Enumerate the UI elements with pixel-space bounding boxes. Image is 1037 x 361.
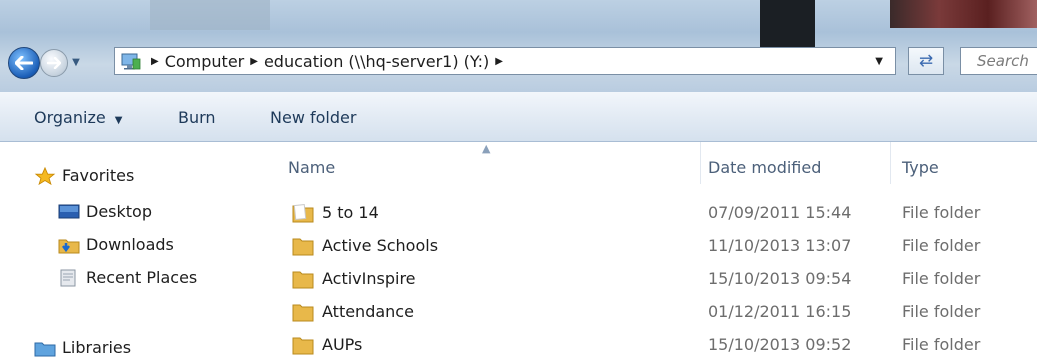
navigation-pane: Favorites Desktop Downloads Recent Place…: [0, 142, 262, 357]
folder-icon: [292, 337, 314, 355]
column-header-name[interactable]: Name: [288, 158, 335, 177]
list-item[interactable]: 5 to 14 07/09/2011 15:44 File folder: [288, 199, 1037, 229]
recent-places-icon: [60, 269, 76, 286]
column-divider[interactable]: [890, 142, 891, 184]
nav-favorites[interactable]: Favorites: [34, 166, 134, 185]
nav-favorites-label: Favorites: [62, 166, 135, 185]
address-area: ▼ ▶ Computer ▶ education (\\hq-server1) …: [0, 0, 1037, 92]
background-blur: [150, 0, 270, 30]
list-item[interactable]: Attendance 01/12/2011 16:15 File folder: [288, 298, 1037, 328]
organize-label: Organize: [34, 108, 106, 127]
folder-icon: [292, 304, 314, 322]
background-blur: [890, 0, 1037, 28]
list-item[interactable]: ActivInspire 15/10/2013 09:54 File folde…: [288, 265, 1037, 295]
folder-icon: [292, 203, 314, 223]
breadcrumb-education-drive[interactable]: education (\\hq-server1) (Y:): [264, 52, 489, 71]
new-folder-button[interactable]: New folder: [270, 108, 356, 127]
file-type: File folder: [902, 302, 981, 321]
nav-item-label: Recent Places: [86, 268, 198, 287]
file-name: 5 to 14: [322, 203, 379, 222]
file-date-modified: 11/10/2013 13:07: [708, 236, 852, 255]
breadcrumb-chevron-icon[interactable]: ▶: [250, 56, 258, 67]
downloads-icon: [58, 239, 80, 253]
nav-item-label: Downloads: [86, 235, 174, 254]
nav-item-label: Desktop: [86, 202, 152, 221]
file-type: File folder: [902, 335, 981, 354]
chevron-down-icon: ▼: [72, 56, 80, 68]
folder-icon: [292, 238, 314, 256]
search-input[interactable]: Search: [960, 47, 1037, 75]
list-item[interactable]: Active Schools 11/10/2013 13:07 File fol…: [288, 232, 1037, 262]
nav-item-desktop[interactable]: Desktop: [58, 202, 152, 221]
file-type: File folder: [902, 269, 981, 288]
nav-item-recent-places[interactable]: Recent Places: [58, 268, 197, 287]
forward-button[interactable]: [40, 49, 68, 77]
star-icon: [34, 166, 56, 185]
address-dropdown-icon[interactable]: ▼: [875, 56, 883, 67]
file-type: File folder: [902, 203, 981, 222]
nav-libraries[interactable]: Libraries: [34, 338, 131, 357]
breadcrumb-chevron-icon[interactable]: ▶: [151, 56, 159, 67]
folder-icon: [292, 271, 314, 289]
file-name: Attendance: [322, 302, 414, 321]
nav-item-downloads[interactable]: Downloads: [58, 235, 174, 254]
file-date-modified: 15/10/2013 09:52: [708, 335, 852, 354]
sort-ascending-icon: ▲: [482, 142, 491, 155]
nav-libraries-label: Libraries: [62, 338, 132, 357]
column-divider[interactable]: [700, 142, 701, 184]
computer-icon: [121, 53, 141, 69]
back-button[interactable]: [8, 47, 40, 79]
recent-pages-button[interactable]: ▼: [68, 52, 84, 72]
file-name: AUPs: [322, 335, 363, 354]
breadcrumb-chevron-icon[interactable]: ▶: [495, 56, 503, 67]
refresh-icon: ⇄: [918, 51, 934, 71]
address-bar[interactable]: ▶ Computer ▶ education (\\hq-server1) (Y…: [114, 47, 896, 75]
libraries-icon: [34, 342, 56, 356]
file-type: File folder: [902, 236, 981, 255]
file-date-modified: 07/09/2011 15:44: [708, 203, 852, 222]
desktop-icon: [58, 204, 80, 218]
column-header-type[interactable]: Type: [902, 158, 939, 177]
file-name: Active Schools: [322, 236, 439, 255]
file-date-modified: 15/10/2013 09:54: [708, 269, 852, 288]
arrow-right-icon: [47, 57, 61, 69]
arrow-left-icon: [15, 56, 33, 70]
list-item[interactable]: AUPs 15/10/2013 09:52 File folder: [288, 331, 1037, 361]
file-date-modified: 01/12/2011 16:15: [708, 302, 852, 321]
chevron-down-icon: ▼: [114, 115, 123, 126]
file-name: ActivInspire: [322, 269, 416, 288]
breadcrumb-computer[interactable]: Computer: [165, 52, 245, 71]
refresh-button[interactable]: ⇄: [908, 47, 944, 75]
command-bar: Organize ▼ Burn New folder: [0, 92, 1037, 142]
organize-button[interactable]: Organize ▼: [34, 108, 122, 127]
column-header-date-modified[interactable]: Date modified: [708, 158, 821, 177]
burn-button[interactable]: Burn: [178, 108, 216, 127]
